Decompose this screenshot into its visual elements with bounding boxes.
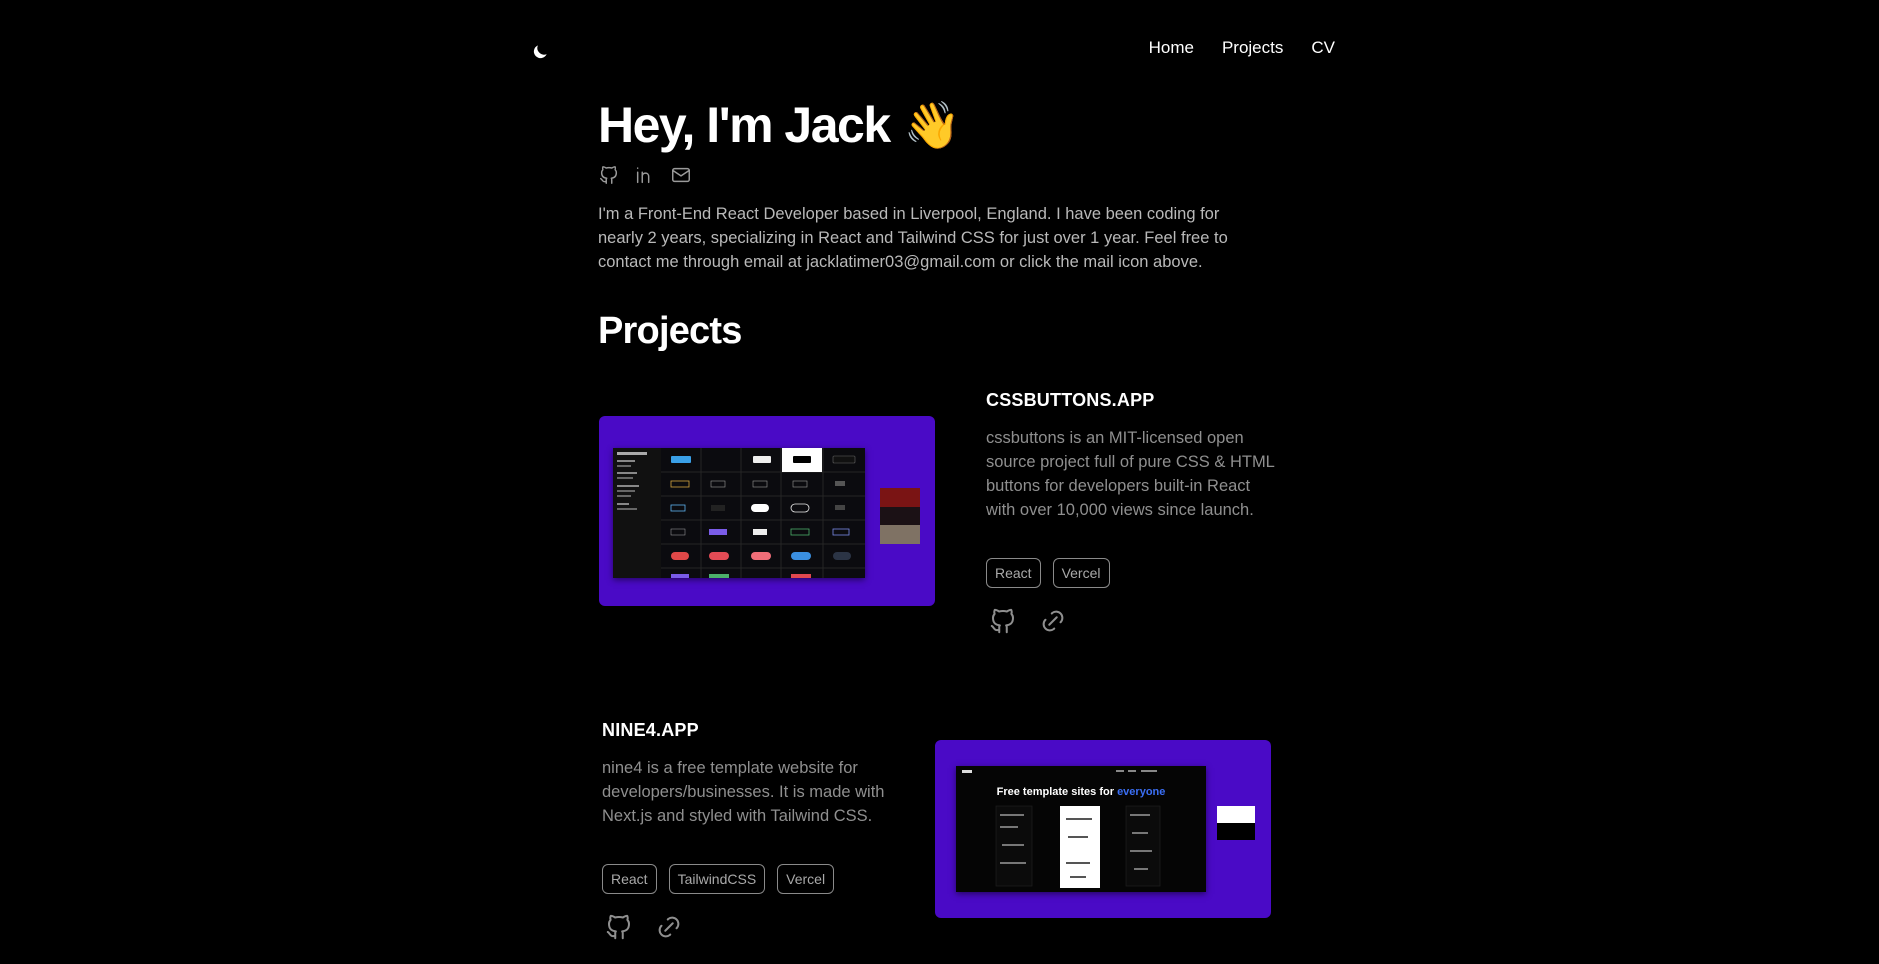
- projects-heading: Projects: [598, 310, 742, 352]
- tag-react: React: [602, 864, 657, 894]
- color-swatch: [1217, 806, 1255, 823]
- color-swatch: [880, 488, 920, 507]
- nav-link-cv[interactable]: CV: [1311, 38, 1335, 58]
- project-thumbnail-nine4[interactable]: Free template sites for everyone: [935, 740, 1271, 918]
- linkedin-icon[interactable]: [634, 164, 656, 186]
- project-tags-nine4: React TailwindCSS Vercel: [602, 864, 835, 894]
- bio-text: I'm a Front-End React Developer based in…: [598, 205, 1228, 271]
- nine4-screenshot: Free template sites for everyone: [956, 766, 1206, 892]
- hero-title: Hey, I'm Jack 👋: [598, 96, 961, 154]
- project-title-nine4: NINE4.APP: [602, 720, 699, 740]
- project-title-cssbuttons: CSSBUTTONS.APP: [986, 390, 1155, 410]
- project-tags-cssbuttons: React Vercel: [986, 558, 1110, 588]
- github-icon[interactable]: [598, 164, 620, 186]
- github-icon[interactable]: [604, 912, 634, 947]
- hero-title-text: Hey, I'm Jack: [598, 97, 891, 153]
- tag-react: React: [986, 558, 1041, 588]
- top-nav: Home Projects CV: [1149, 38, 1335, 58]
- waving-hand-emoji: 👋: [903, 99, 961, 151]
- project-thumbnail-cssbuttons[interactable]: [599, 416, 935, 606]
- nav-link-home[interactable]: Home: [1149, 38, 1194, 58]
- color-swatches: [880, 488, 920, 544]
- project-links-cssbuttons: [988, 606, 1068, 641]
- project-description-cssbuttons: cssbuttons is an MIT-licensed open sourc…: [986, 429, 1275, 519]
- mail-icon[interactable]: [670, 164, 692, 186]
- color-swatch: [880, 507, 920, 525]
- link-icon[interactable]: [654, 912, 684, 947]
- tag-vercel: Vercel: [777, 864, 835, 894]
- social-links: [598, 164, 692, 186]
- link-icon[interactable]: [1038, 606, 1068, 641]
- github-icon[interactable]: [988, 606, 1018, 641]
- nav-link-projects[interactable]: Projects: [1222, 38, 1283, 58]
- tag-vercel: Vercel: [1052, 558, 1110, 588]
- project-links-nine4: [604, 912, 684, 947]
- cssbuttons-screenshot: [613, 448, 865, 578]
- project-description-nine4: nine4 is a free template website for dev…: [602, 759, 885, 825]
- color-swatches: [1217, 806, 1255, 840]
- color-swatch: [880, 525, 920, 544]
- color-swatch: [1217, 823, 1255, 840]
- moon-icon[interactable]: [530, 42, 550, 62]
- tag-tailwindcss: TailwindCSS: [668, 864, 766, 894]
